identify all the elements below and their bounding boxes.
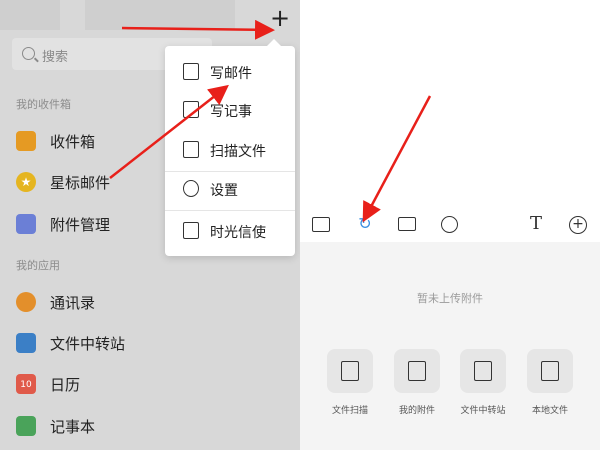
mail-icon[interactable]	[398, 217, 416, 231]
sidebar-item-label: 星标邮件	[50, 174, 111, 192]
menu-item-label: 时光信使	[210, 225, 266, 241]
file-transfer-icon	[474, 361, 492, 381]
sidebar-item-label: 附件管理	[50, 216, 111, 234]
sidebar-item-file-transfer[interactable]: 文件中转站	[0, 323, 300, 363]
menu-divider	[165, 210, 295, 211]
image-icon[interactable]	[312, 217, 330, 232]
local-folder-icon	[541, 361, 559, 381]
option-tile	[327, 349, 373, 393]
section-label-apps: 我的应用	[16, 259, 60, 272]
my-attachment-icon	[408, 361, 426, 381]
sidebar-item-label: 收件箱	[50, 133, 96, 151]
file-scan-icon	[341, 361, 359, 381]
link-icon[interactable]: ↻	[355, 214, 375, 234]
scan-icon	[183, 141, 199, 158]
settings-icon	[183, 180, 199, 197]
note-icon	[183, 101, 199, 118]
sidebar-item-label: 通讯录	[50, 294, 96, 312]
inbox-icon	[16, 131, 36, 151]
sidebar-item-contacts[interactable]: 通讯录	[0, 282, 300, 322]
blurred-header	[85, 0, 235, 30]
menu-item-label: 写邮件	[210, 66, 252, 82]
option-tile	[527, 349, 573, 393]
option-tile	[394, 349, 440, 393]
sidebar-item-calendar[interactable]: 10 日历	[0, 364, 300, 404]
sidebar-item-label: 记事本	[50, 418, 96, 436]
notebook-icon	[16, 416, 36, 436]
menu-item-compose[interactable]: 写邮件	[165, 53, 295, 91]
sidebar-item-label: 日历	[50, 376, 81, 394]
plus-icon[interactable]: +	[270, 6, 290, 30]
section-label-inbox: 我的收件箱	[16, 98, 71, 111]
menu-item-settings[interactable]: 设置	[165, 170, 295, 208]
attachment-icon	[16, 214, 36, 234]
add-circle-icon[interactable]: +	[569, 216, 587, 234]
empty-state-text: 暂未上传附件	[417, 292, 483, 305]
sidebar-item-notebook[interactable]: 记事本	[0, 406, 300, 446]
compose-icon	[183, 63, 199, 80]
option-tile	[460, 349, 506, 393]
menu-item-note[interactable]: 写记事	[165, 91, 295, 129]
attachment-toolbar: ↻ T +	[300, 210, 600, 240]
menu-item-label: 设置	[210, 183, 238, 199]
add-menu: 写邮件 写记事 扫描文件 设置 时光信使	[165, 39, 295, 256]
left-panel: + 搜索 我的收件箱 收件箱 ★ 星标邮件 附件管理 我的应用 通讯录 文件中转…	[0, 0, 300, 450]
menu-item-label: 扫描文件	[210, 144, 266, 160]
calendar-icon: 10	[16, 374, 36, 394]
contacts-icon	[16, 292, 36, 312]
sidebar-item-label: 文件中转站	[50, 335, 126, 353]
transfer-icon	[16, 333, 36, 353]
blurred-header	[0, 0, 60, 30]
attachment-panel: 暂未上传附件 文件扫描 我的附件 文件中转站 本地文件	[300, 242, 600, 450]
search-icon	[22, 47, 35, 60]
search-placeholder: 搜索	[42, 50, 69, 65]
time-messenger-icon	[183, 222, 199, 239]
text-icon[interactable]: T	[526, 214, 546, 234]
menu-item-label: 写记事	[210, 104, 252, 120]
menu-item-scan[interactable]: 扫描文件	[165, 131, 295, 169]
star-icon: ★	[16, 172, 36, 192]
option-label: 本地文件	[531, 406, 568, 416]
clock-icon[interactable]	[441, 216, 458, 233]
menu-item-time-messenger[interactable]: 时光信使	[165, 212, 295, 250]
right-panel: ↻ T + 暂未上传附件 文件扫描 我的附件 文件中转站 本地文件	[300, 0, 600, 450]
